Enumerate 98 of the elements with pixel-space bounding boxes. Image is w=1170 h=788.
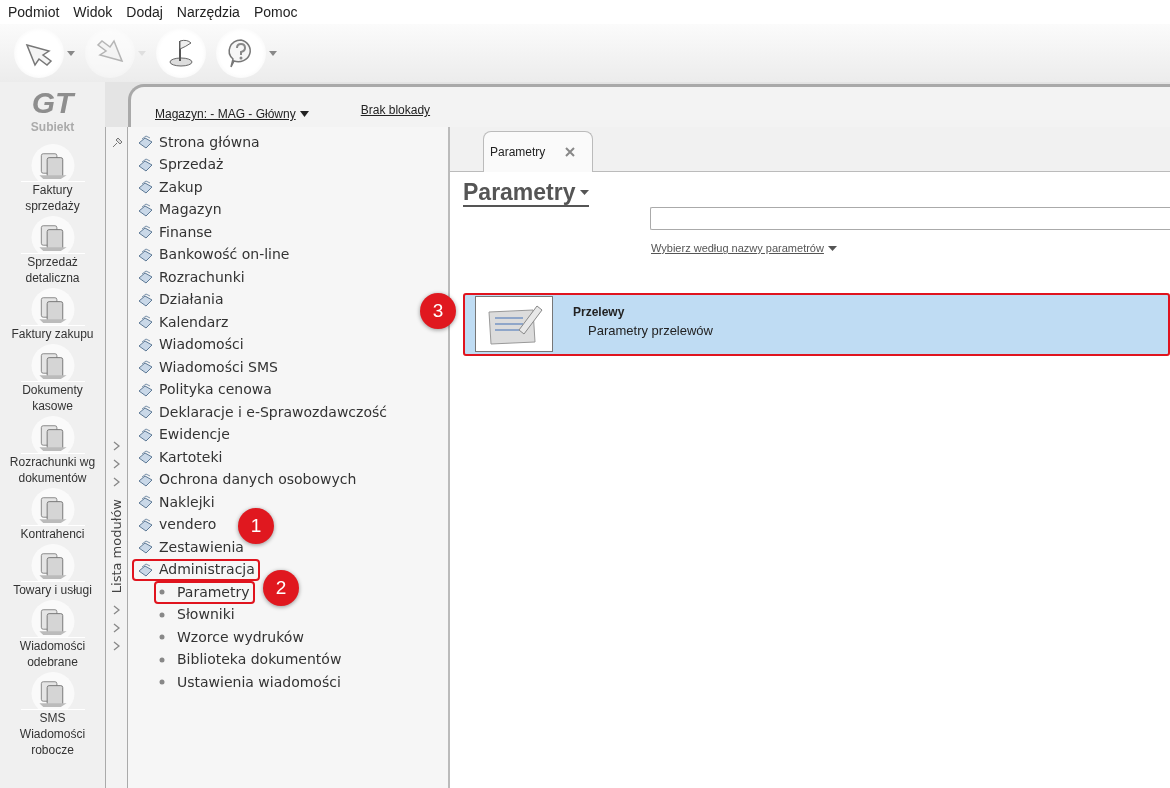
module-icon xyxy=(137,336,153,353)
filter-link[interactable]: Wybierz według nazwy parametrów xyxy=(651,240,837,257)
chevron-icon xyxy=(113,641,120,652)
logo-name: Subiekt xyxy=(30,119,75,136)
shortcut-button[interactable]: Rozrachunki wg dokumentów xyxy=(0,416,105,488)
bullet-icon xyxy=(159,656,165,663)
toolbar-button[interactable] xyxy=(156,28,206,78)
caret-icon xyxy=(299,111,309,117)
module-item[interactable]: Biblioteka dokumentów xyxy=(154,648,347,671)
module-icon xyxy=(137,449,153,466)
module-item[interactable]: Bankowość on-line xyxy=(132,243,295,266)
module-item[interactable]: Sprzedaż xyxy=(132,153,229,176)
document-pen-icon xyxy=(475,296,553,353)
parameter-title: Przelewy xyxy=(573,303,626,321)
module-icon xyxy=(137,539,153,556)
module-icon xyxy=(137,404,153,421)
shortcut-button[interactable]: Sprzedaż detaliczna xyxy=(0,216,105,288)
module-item[interactable]: Magazyn xyxy=(132,198,227,221)
document-icon xyxy=(20,216,85,254)
document-icon xyxy=(20,416,85,454)
module-item[interactable]: Deklaracje i e-Sprawozdawczość xyxy=(132,401,392,424)
module-item[interactable]: Słowniki xyxy=(154,603,240,626)
module-icon xyxy=(137,561,153,578)
close-icon xyxy=(565,147,576,157)
document-icon xyxy=(20,600,85,638)
module-icon xyxy=(137,246,153,263)
module-item[interactable]: vendero xyxy=(132,513,222,536)
module-icon xyxy=(137,471,153,488)
module-item[interactable]: Ewidencje xyxy=(132,423,235,446)
module-icon xyxy=(137,494,153,511)
module-item[interactable]: Strona główna xyxy=(132,131,265,154)
caret-icon xyxy=(67,50,75,56)
module-icon xyxy=(137,134,153,151)
page-title[interactable]: Parametry xyxy=(463,180,589,208)
menu-item[interactable]: Narzędzia xyxy=(176,0,240,24)
module-icon xyxy=(137,291,153,308)
module-icon xyxy=(137,359,153,376)
warehouse-link[interactable]: Magazyn: - MAG - Główny xyxy=(155,101,309,127)
module-item[interactable]: Administracja xyxy=(132,558,260,581)
module-icon xyxy=(137,179,153,196)
module-icon xyxy=(137,314,153,331)
bullet-icon xyxy=(159,611,165,618)
module-item[interactable]: Naklejki xyxy=(132,491,220,514)
module-icon xyxy=(137,426,153,443)
document-icon xyxy=(20,672,85,710)
module-item[interactable]: Rozrachunki xyxy=(132,266,250,289)
caret-icon xyxy=(269,50,277,56)
module-item[interactable]: Działania xyxy=(132,288,229,311)
tab[interactable]: Parametry xyxy=(483,131,593,172)
shortcut-button[interactable]: Dokumenty kasowe xyxy=(0,344,105,416)
lock-link[interactable]: Brak blokady xyxy=(360,101,431,127)
module-icon xyxy=(137,381,153,398)
caret-icon xyxy=(827,246,837,252)
module-icon xyxy=(137,156,153,173)
shortcut-button[interactable]: SMS Wiadomości robocze xyxy=(0,672,105,760)
shortcut-button[interactable]: Wiadomości odebrane xyxy=(0,600,105,672)
document-icon xyxy=(20,144,85,182)
logo-mark: GT xyxy=(31,88,74,118)
module-icon xyxy=(137,224,153,241)
module-item[interactable]: Ustawienia wiadomości xyxy=(154,671,346,694)
module-item[interactable]: Polityka cenowa xyxy=(132,378,277,401)
module-icon xyxy=(137,269,153,286)
shortcut-button[interactable]: Faktury zakupu xyxy=(0,288,105,344)
bullet-icon xyxy=(159,679,165,686)
parameter-row[interactable]: Przelewy Parametry przelewów xyxy=(463,292,1170,356)
shortcut-button[interactable]: Kontrahenci xyxy=(0,488,105,544)
document-icon xyxy=(20,288,85,326)
chevron-icon xyxy=(113,605,120,616)
document-icon xyxy=(20,488,85,526)
panel-label: Lista modułów xyxy=(107,499,125,594)
caret-icon xyxy=(579,190,589,196)
menu-item[interactable]: Widok xyxy=(73,0,113,24)
toolbar-button[interactable] xyxy=(216,28,277,78)
bullet-icon xyxy=(159,589,165,596)
module-item[interactable]: Zakup xyxy=(132,176,208,199)
search-field[interactable] xyxy=(650,207,1170,231)
module-icon xyxy=(137,516,153,533)
parameter-description: Parametry przelewów xyxy=(588,321,713,340)
document-icon xyxy=(20,344,85,382)
module-item[interactable]: Wzorce wydruków xyxy=(154,626,309,649)
pin-icon xyxy=(110,137,123,149)
menu-item[interactable]: Pomoc xyxy=(253,0,298,24)
module-item[interactable]: Ochrona danych osobowych xyxy=(132,468,362,491)
shortcut-button[interactable]: Faktury sprzedaży xyxy=(0,144,105,216)
module-item[interactable]: Kartoteki xyxy=(132,446,228,469)
toolbar-button[interactable] xyxy=(14,28,75,78)
shortcut-button[interactable]: Towary i usługi xyxy=(0,544,105,600)
module-item[interactable]: Wiadomości SMS xyxy=(132,356,283,379)
module-item[interactable]: Parametry xyxy=(154,581,255,604)
menu-item[interactable]: Dodaj xyxy=(126,0,163,24)
menu-item[interactable]: Podmiot xyxy=(8,0,60,24)
chevron-icon xyxy=(113,623,120,634)
document-icon xyxy=(20,544,85,582)
module-icon xyxy=(137,201,153,218)
module-item[interactable]: Finanse xyxy=(132,221,218,244)
module-item[interactable]: Wiadomości xyxy=(132,333,249,356)
bullet-icon xyxy=(159,634,165,641)
module-item[interactable]: Kalendarz xyxy=(132,311,234,334)
